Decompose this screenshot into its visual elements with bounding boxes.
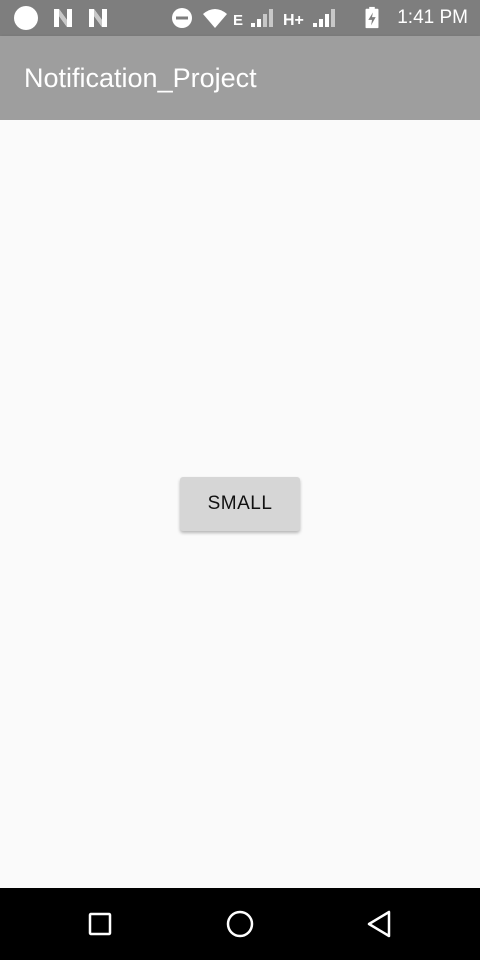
n-logo-icon — [54, 9, 72, 27]
n-logo-icon — [89, 9, 107, 27]
home-circle-icon[interactable] — [222, 906, 258, 942]
do-not-disturb-icon — [172, 8, 192, 28]
battery-charging-icon — [365, 6, 379, 29]
screen: E H+ 1:41 PM Notification_Project SMALL — [0, 0, 480, 960]
wifi-icon — [203, 9, 227, 28]
network-type-h-label: H+ — [283, 12, 304, 29]
status-time: 1:41 PM — [397, 7, 468, 28]
small-button[interactable]: SMALL — [180, 477, 300, 531]
back-triangle-icon[interactable] — [362, 906, 398, 942]
main-content: SMALL — [0, 120, 480, 888]
app-bar: Notification_Project — [0, 36, 480, 120]
signal-icon — [313, 9, 335, 27]
signal-icon — [251, 9, 273, 27]
network-type-e-label: E — [233, 12, 244, 29]
notification-dot-icon — [14, 6, 38, 30]
app-title: Notification_Project — [24, 63, 257, 93]
status-bar: E H+ 1:41 PM — [0, 0, 480, 36]
recents-square-icon[interactable] — [82, 906, 118, 942]
navigation-bar — [0, 888, 480, 960]
